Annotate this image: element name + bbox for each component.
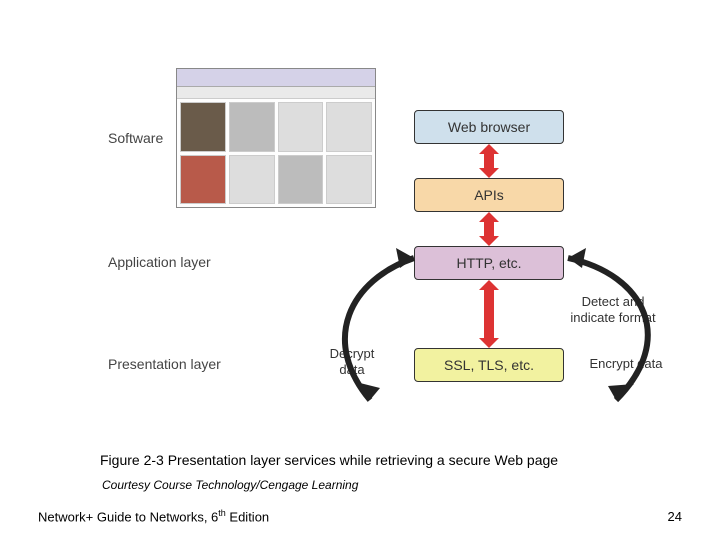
label-software: Software — [108, 130, 163, 146]
label-presentation-layer: Presentation layer — [108, 356, 221, 372]
arrow-http-ssl — [484, 288, 494, 340]
figure-caption: Figure 2-3 Presentation layer services w… — [100, 452, 558, 468]
curve-decrypt — [310, 250, 430, 420]
footer-edition-tail: Edition — [226, 509, 269, 524]
box-ssl: SSL, TLS, etc. — [414, 348, 564, 382]
figure-courtesy: Courtesy Course Technology/Cengage Learn… — [102, 478, 358, 492]
arrow-apis-http — [484, 220, 494, 238]
curve-encrypt — [556, 250, 686, 420]
box-web-browser: Web browser — [414, 110, 564, 144]
footer-book-title: Network+ Guide to Networks, 6 — [38, 509, 218, 524]
box-apis: APIs — [414, 178, 564, 212]
footer-edition-sup: th — [218, 508, 226, 518]
box-http: HTTP, etc. — [414, 246, 564, 280]
browser-screenshot — [176, 68, 376, 208]
footer-book: Network+ Guide to Networks, 6th Edition — [38, 508, 269, 524]
label-application-layer: Application layer — [108, 254, 211, 270]
arrow-browser-apis — [484, 152, 494, 170]
page-number: 24 — [668, 509, 682, 524]
